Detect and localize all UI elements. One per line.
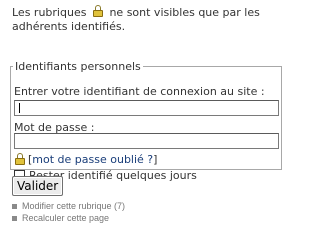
admin-link-item: Recalculer cette page — [12, 212, 125, 224]
square-bullet-icon — [12, 203, 17, 209]
forgot-bracket-close: ] — [153, 153, 158, 166]
edit-section-link[interactable]: Modifier cette rubrique (7) — [22, 200, 125, 212]
login-legend: Identifiants personnels — [15, 60, 141, 73]
forgot-password-row: [mot de passe oublié ?] — [15, 153, 157, 166]
notice-text-before: Les rubriques — [12, 6, 87, 19]
submit-button[interactable]: Valider — [12, 176, 64, 196]
login-fieldset: Identifiants personnels Entrer votre ide… — [10, 60, 282, 182]
recalculate-page-link[interactable]: Recalculer cette page — [22, 212, 109, 224]
login-input[interactable] — [14, 100, 279, 116]
password-input[interactable] — [14, 133, 279, 149]
forgot-password-link[interactable]: mot de passe oublié ? — [32, 153, 153, 166]
square-bullet-icon — [12, 215, 17, 221]
admin-links: Modifier cette rubrique (7) Recalculer c… — [12, 200, 125, 224]
lock-icon — [92, 5, 103, 17]
login-label: Entrer votre identifiant de connexion au… — [14, 85, 265, 98]
restricted-notice: Les rubriques ne sont visibles que par l… — [12, 5, 262, 34]
text-caret — [19, 103, 20, 113]
lock-icon — [15, 153, 25, 165]
admin-link-item: Modifier cette rubrique (7) — [12, 200, 125, 212]
